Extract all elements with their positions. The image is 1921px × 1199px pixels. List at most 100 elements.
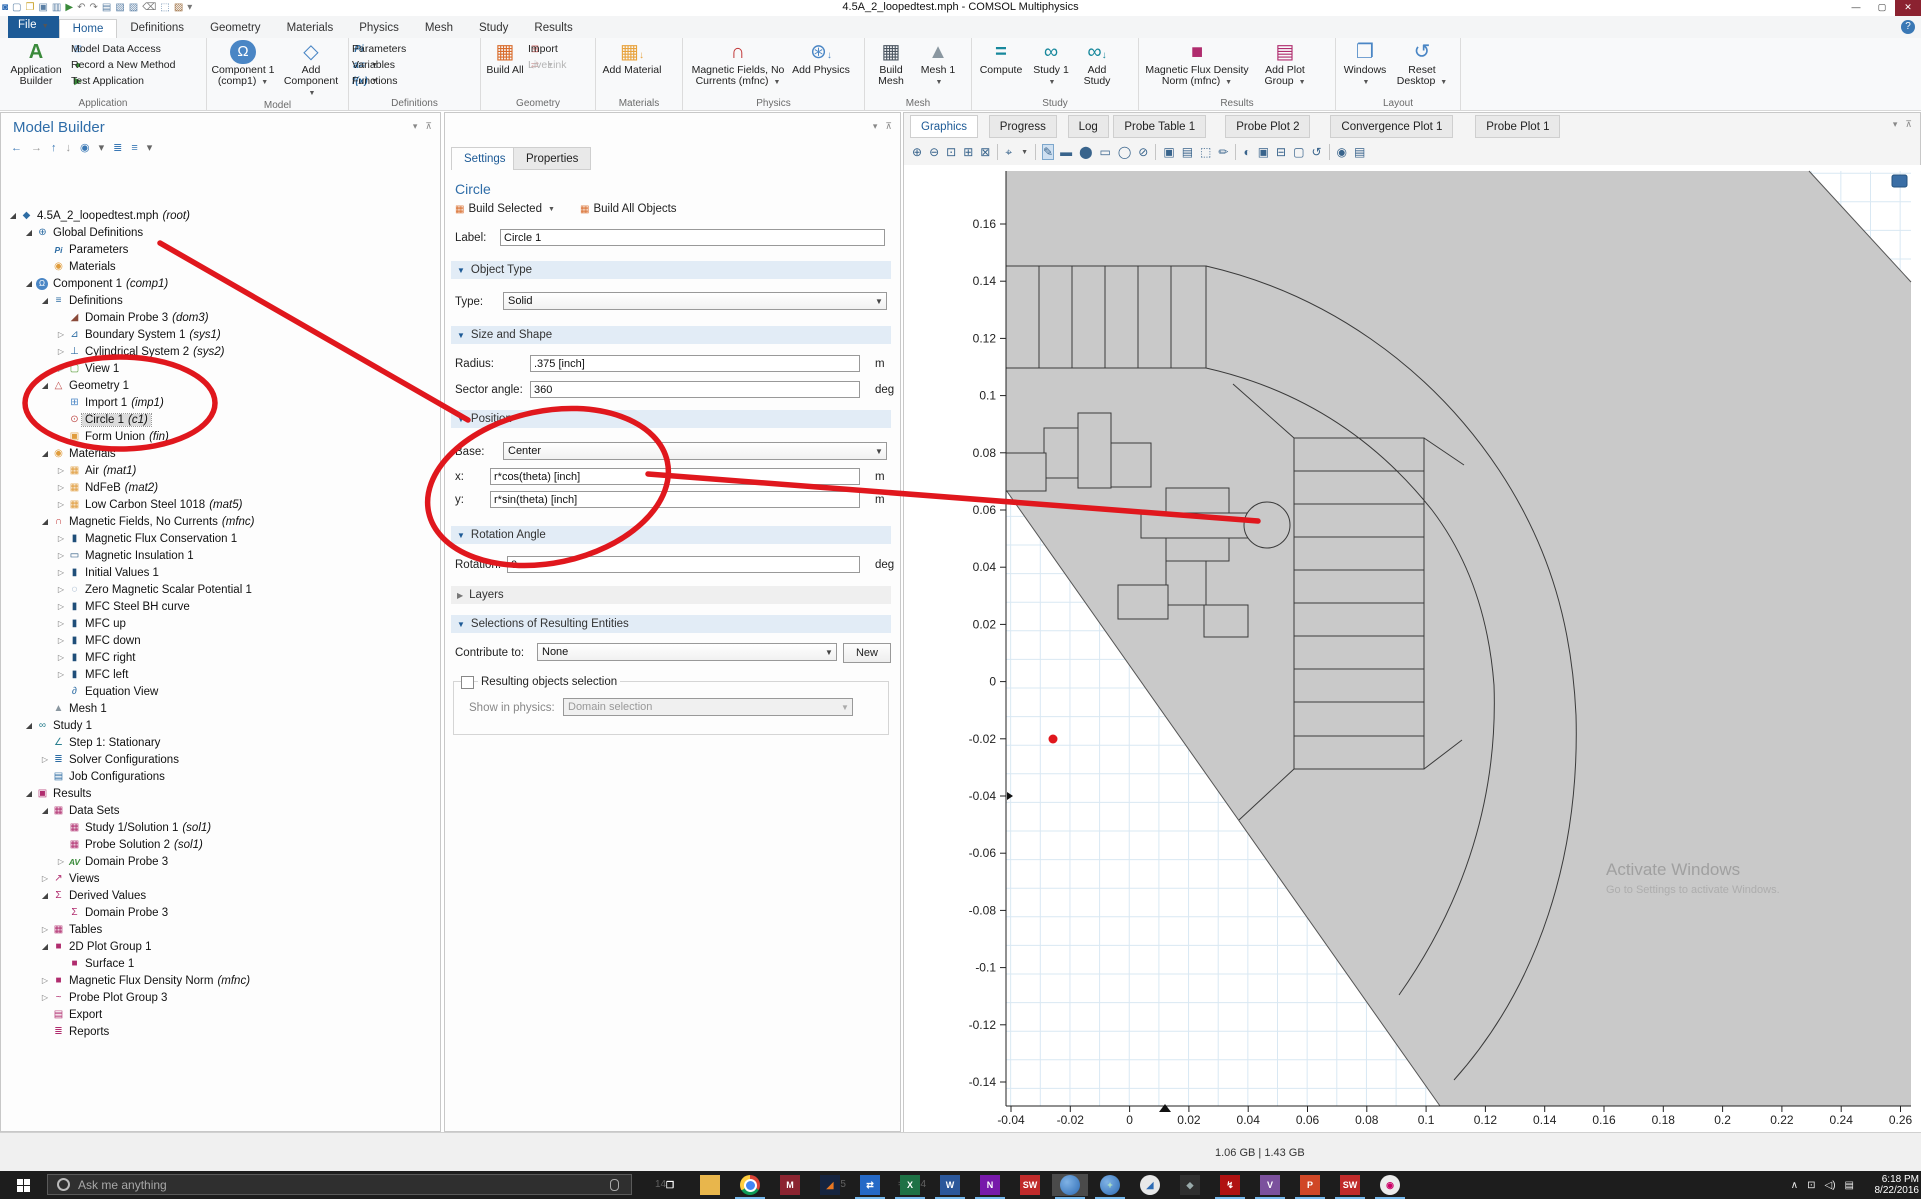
run-icon[interactable]: ▶ — [65, 1, 73, 15]
expander-icon[interactable]: ◢ — [23, 279, 35, 288]
tree-item-mfc-down[interactable]: ▷▮MFC down — [1, 632, 440, 649]
action-center-icon[interactable]: ▤ — [1845, 1180, 1854, 1191]
taskbar-icon-viber[interactable]: V — [1252, 1174, 1288, 1196]
collapse-all-icon[interactable]: ≣ — [113, 141, 122, 154]
zoom-box-icon[interactable]: ⊡ — [946, 145, 956, 159]
study-1-button[interactable]: ∞ Study 1 ▼ — [1029, 39, 1073, 97]
taskbar-icon-solidworks-2[interactable]: SW — [1332, 1174, 1368, 1196]
build-all-button[interactable]: ▦ Build All — [484, 39, 526, 97]
copy-icon[interactable]: ▤ — [102, 1, 111, 15]
tree-item-component-1[interactable]: ◢ΩComponent 1(comp1) — [1, 275, 440, 292]
select-box-icon[interactable]: ⬚ — [160, 1, 169, 15]
expander-icon[interactable]: ▷ — [55, 551, 67, 560]
copy-image-icon[interactable]: ▣ — [1163, 145, 1174, 159]
help-icon[interactable]: ? — [1901, 20, 1915, 34]
sector-angle-input[interactable] — [530, 381, 860, 398]
tree-item-4-5a-2-loopedtest-mph[interactable]: ◢◆4.5A_2_loopedtest.mph(root) — [1, 207, 440, 224]
graphics-tab-probe-table-1[interactable]: Probe Table 1 — [1113, 115, 1206, 138]
pin-icon[interactable]: ⊼ — [1905, 119, 1912, 130]
panel-menu-icon[interactable]: ▾ — [1893, 119, 1898, 130]
expander-icon[interactable]: ◢ — [39, 806, 51, 815]
tab-properties[interactable]: Properties — [513, 147, 591, 170]
zoom-selected-icon[interactable]: ⊠ — [980, 145, 990, 159]
circle-1-geometry[interactable] — [1244, 502, 1290, 548]
taskbar-icon-paint[interactable]: ◉ — [1372, 1174, 1408, 1196]
tree-item-tables[interactable]: ▷▦Tables — [1, 921, 440, 938]
functions-button[interactable]: f(x)Functions▼ — [352, 74, 378, 88]
tree-item-probe-solution-2[interactable]: ▦Probe Solution 2(sol1) — [1, 836, 440, 853]
clip-plane-icon[interactable]: ⊟ — [1276, 145, 1286, 159]
expander-icon[interactable]: ▷ — [55, 670, 67, 679]
component-1-button[interactable]: Ω Component 1 (comp1) ▼ — [210, 39, 276, 99]
section-size-shape[interactable]: ▼Size and Shape — [451, 326, 891, 344]
ribbon-tab-home[interactable]: Home — [59, 19, 118, 38]
expander-icon[interactable]: ◢ — [39, 891, 51, 900]
comsol-logo-icon[interactable]: ◙ — [2, 1, 8, 15]
expander-icon[interactable]: ▷ — [39, 925, 51, 934]
expander-icon[interactable]: ◢ — [39, 381, 51, 390]
expander-icon[interactable]: ▷ — [55, 857, 67, 866]
tree-item-mfc-right[interactable]: ▷▮MFC right — [1, 649, 440, 666]
network-icon[interactable]: ⊡ — [1807, 1180, 1815, 1191]
rotation-input[interactable] — [507, 556, 860, 573]
x-input[interactable] — [490, 468, 860, 485]
delete-icon[interactable]: ⌫ — [142, 1, 156, 15]
taskbar-icon-excel[interactable]: X — [892, 1174, 928, 1196]
ribbon-tab-materials[interactable]: Materials — [274, 19, 347, 38]
tray-expand-icon[interactable]: ∧ — [1791, 1180, 1798, 1191]
taskbar-icon-comsol[interactable] — [1052, 1174, 1088, 1196]
zoom-in-icon[interactable]: ⊕ — [912, 145, 922, 159]
minimize-button[interactable]: — — [1843, 0, 1869, 16]
show-icon[interactable]: ◉ — [80, 141, 90, 154]
build-mesh-button[interactable]: ▦ Build Mesh — [868, 39, 914, 97]
parameters-button[interactable]: PiParameters — [352, 42, 378, 56]
tree-item-magnetic-flux-conservation-1[interactable]: ▷▮Magnetic Flux Conservation 1 — [1, 530, 440, 547]
contribute-to-dropdown[interactable]: None▼ — [537, 643, 837, 661]
move-up-icon[interactable]: ↑ — [51, 142, 57, 154]
forward-icon[interactable]: → — [31, 142, 42, 154]
expander-icon[interactable]: ▷ — [55, 636, 67, 645]
taskbar-icon-graphics-app[interactable]: ◆ — [1172, 1174, 1208, 1196]
file-menu-button[interactable]: File ▼ — [8, 16, 59, 38]
add-plot-group-button[interactable]: ▤ Add Plot Group ▼ — [1254, 39, 1316, 97]
section-layers[interactable]: ▶Layers — [451, 586, 891, 604]
tree-item-derived-values[interactable]: ◢ΣDerived Values — [1, 887, 440, 904]
graphics-tab-probe-plot-2[interactable]: Probe Plot 2 — [1225, 115, 1310, 138]
qat-menu-icon[interactable]: ▾ — [187, 1, 192, 15]
tree-item-equation-view[interactable]: ∂Equation View — [1, 683, 440, 700]
expander-icon[interactable]: ▷ — [55, 466, 67, 475]
taskbar-icon-powerpoint[interactable]: P — [1292, 1174, 1328, 1196]
deselect-lasso-icon[interactable]: ◯ — [1118, 145, 1131, 159]
tree-item-magnetic-flux-density-norm[interactable]: ▷■Magnetic Flux Density Norm(mfnc) — [1, 972, 440, 989]
build-all-objects-button[interactable]: ▦ Build All Objects — [580, 203, 677, 215]
tree-item-initial-values-1[interactable]: ▷▮Initial Values 1 — [1, 564, 440, 581]
deselect-box-icon[interactable]: ▭ — [1100, 145, 1111, 159]
tree-item-magnetic-insulation-1[interactable]: ▷▭Magnetic Insulation 1 — [1, 547, 440, 564]
expander-icon[interactable]: ◢ — [39, 517, 51, 526]
tree-item-cylindrical-system-2[interactable]: ▷⊥Cylindrical System 2(sys2) — [1, 343, 440, 360]
tree-item-air[interactable]: ▷▦Air(mat1) — [1, 462, 440, 479]
tree-item-geometry-1[interactable]: ◢△Geometry 1 — [1, 377, 440, 394]
volume-icon[interactable]: ◁) — [1825, 1180, 1836, 1191]
view-visibility-icon[interactable]: ▣ — [1258, 145, 1269, 159]
redo-icon[interactable]: ↷ — [89, 1, 97, 15]
graphics-tab-convergence-plot-1[interactable]: Convergence Plot 1 — [1330, 115, 1453, 138]
test-application-button[interactable]: ▶Test Application — [71, 74, 85, 88]
tree-item-definitions[interactable]: ◢≡Definitions — [1, 292, 440, 309]
graphics-tab-log[interactable]: Log — [1068, 115, 1109, 138]
taskbar-icon-comsol-2[interactable]: + — [1092, 1174, 1128, 1196]
save-report-icon[interactable]: ▥ — [52, 1, 61, 15]
expander-icon[interactable]: ◢ — [23, 721, 35, 730]
expander-icon[interactable]: ▷ — [39, 874, 51, 883]
expander-icon[interactable]: ◢ — [23, 789, 35, 798]
geometry-view[interactable]: -0.04-0.0200.020.040.060.080.10.120.140.… — [904, 165, 1921, 1133]
sketch-icon[interactable]: ✏ — [1218, 145, 1228, 159]
add-material-button[interactable]: ▦↓ Add Material — [599, 39, 665, 97]
expander-icon[interactable]: ▷ — [55, 602, 67, 611]
taskbar-icon-chrome[interactable] — [732, 1174, 768, 1196]
flux-density-norm-button[interactable]: ■ Magnetic Flux Density Norm (mfnc) ▼ — [1142, 39, 1252, 97]
expander-icon[interactable]: ◢ — [7, 211, 19, 220]
tree-item-job-configurations[interactable]: ▤Job Configurations — [1, 768, 440, 785]
microphone-icon[interactable] — [610, 1179, 619, 1191]
select-box-icon[interactable]: ▬ — [1060, 145, 1072, 159]
